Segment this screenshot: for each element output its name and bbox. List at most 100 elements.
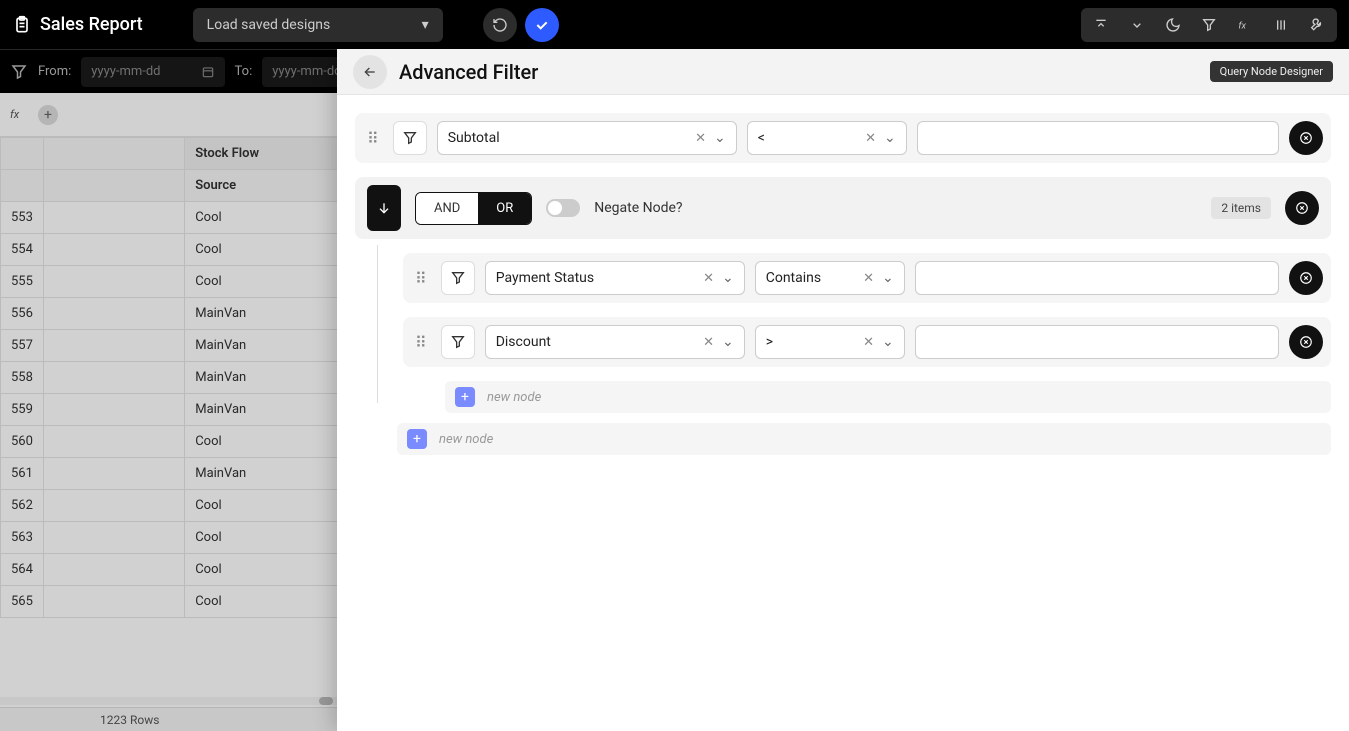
row-number: 563	[1, 522, 44, 554]
empty-header	[43, 138, 184, 170]
plus-icon[interactable]: +	[407, 429, 427, 449]
from-date-input[interactable]: yyyy-mm-dd	[81, 57, 224, 87]
fx-icon: fx	[10, 106, 28, 124]
wrench-icon	[1309, 17, 1325, 33]
close-icon	[1299, 271, 1313, 285]
filter-icon-box	[441, 325, 475, 359]
clear-icon[interactable]: ✕	[699, 271, 718, 286]
value-input[interactable]	[917, 121, 1279, 155]
filter-node-discount: ⠿ Discount ✕ ⌄ > ✕ ⌄	[403, 317, 1331, 367]
delete-group-button[interactable]	[1285, 191, 1319, 225]
apply-button[interactable]	[525, 8, 559, 42]
advanced-filter-panel: Advanced Filter Query Node Designer ⠿ Su…	[337, 49, 1349, 731]
or-button[interactable]: OR	[478, 193, 531, 224]
clear-icon[interactable]: ✕	[859, 271, 878, 286]
row-number: 564	[1, 554, 44, 586]
load-designs-dropdown[interactable]: Load saved designs ▾	[193, 8, 443, 42]
scrollbar-thumb[interactable]	[319, 697, 333, 705]
logic-segment: AND OR	[415, 192, 532, 225]
field-select[interactable]: Subtotal ✕ ⌄	[437, 121, 737, 155]
add-nested-node-row[interactable]: + new node	[445, 381, 1331, 413]
panel-title: Advanced Filter	[399, 60, 538, 84]
chevron-down-icon: ⌄	[722, 334, 734, 350]
funnel-icon	[450, 334, 466, 350]
panel-body: ⠿ Subtotal ✕ ⌄ < ✕ ⌄	[337, 95, 1349, 731]
chevron-down-icon: ⌄	[722, 270, 734, 286]
moon-icon	[1165, 17, 1181, 33]
cell-empty	[43, 554, 184, 586]
clear-icon[interactable]: ✕	[699, 335, 718, 350]
settings-button[interactable]	[1299, 10, 1335, 40]
undo-icon	[492, 17, 508, 33]
and-button[interactable]: AND	[416, 193, 478, 224]
clear-icon[interactable]: ✕	[859, 335, 878, 350]
expand-down-button[interactable]	[1119, 10, 1155, 40]
cell-empty	[43, 426, 184, 458]
collapse-group-button[interactable]	[367, 185, 401, 231]
svg-text:fx: fx	[10, 108, 20, 121]
topbar: Sales Report Load saved designs ▾ fx	[0, 0, 1349, 49]
row-number: 558	[1, 362, 44, 394]
field-select[interactable]: Payment Status ✕ ⌄	[485, 261, 745, 295]
cell-empty	[43, 522, 184, 554]
empty-header	[43, 170, 184, 202]
close-icon	[1295, 201, 1309, 215]
row-number: 557	[1, 330, 44, 362]
drag-handle-icon[interactable]: ⠿	[411, 333, 431, 352]
value-input[interactable]	[915, 325, 1279, 359]
dark-mode-button[interactable]	[1155, 10, 1191, 40]
field-select[interactable]: Discount ✕ ⌄	[485, 325, 745, 359]
negate-toggle[interactable]	[546, 199, 580, 217]
arrow-left-icon	[362, 64, 378, 80]
operator-select[interactable]: > ✕ ⌄	[755, 325, 905, 359]
operator-select[interactable]: < ✕ ⌄	[747, 121, 907, 155]
delete-node-button[interactable]	[1289, 325, 1323, 359]
collapse-up-button[interactable]	[1083, 10, 1119, 40]
value-input[interactable]	[915, 261, 1279, 295]
add-node-row[interactable]: + new node	[397, 423, 1331, 455]
delete-node-button[interactable]	[1289, 261, 1323, 295]
undo-button[interactable]	[483, 8, 517, 42]
cell-empty	[43, 330, 184, 362]
logic-group-row: AND OR Negate Node? 2 items	[355, 177, 1331, 239]
dropdown-label: Load saved designs	[207, 17, 331, 33]
field-value: Subtotal	[448, 130, 500, 146]
row-number: 561	[1, 458, 44, 490]
close-icon	[1299, 131, 1313, 145]
filter-button[interactable]	[1191, 10, 1227, 40]
item-count-badge: 2 items	[1211, 197, 1271, 219]
panel-header: Advanced Filter Query Node Designer	[337, 49, 1349, 95]
date-placeholder: yyyy-mm-dd	[272, 64, 341, 79]
caret-down-icon: ▾	[422, 17, 429, 33]
plus-icon[interactable]: +	[455, 387, 475, 407]
columns-button[interactable]	[1263, 10, 1299, 40]
field-value: Discount	[496, 334, 551, 350]
chevron-down-icon: ⌄	[884, 130, 896, 146]
new-node-label: new node	[439, 432, 493, 447]
to-label: To:	[235, 64, 253, 79]
operator-value: Contains	[766, 270, 821, 286]
columns-icon	[1273, 17, 1289, 33]
row-number: 565	[1, 586, 44, 618]
drag-handle-icon[interactable]: ⠿	[363, 129, 383, 148]
cell-empty	[43, 394, 184, 426]
clear-icon[interactable]: ✕	[691, 131, 710, 146]
formula-button[interactable]: fx	[1227, 10, 1263, 40]
arrow-down-icon	[376, 200, 392, 216]
filter-icon-box	[441, 261, 475, 295]
funnel-icon	[1201, 17, 1217, 33]
add-formula-button[interactable]: +	[38, 105, 58, 125]
arrow-up-bar-icon	[1093, 17, 1109, 33]
check-icon	[534, 17, 550, 33]
filter-icon-box	[393, 121, 427, 155]
operator-select[interactable]: Contains ✕ ⌄	[755, 261, 905, 295]
delete-node-button[interactable]	[1289, 121, 1323, 155]
clear-icon[interactable]: ✕	[861, 131, 880, 146]
row-number: 562	[1, 490, 44, 522]
from-label: From:	[38, 64, 71, 79]
funnel-icon	[10, 63, 28, 81]
back-button[interactable]	[353, 55, 387, 89]
rownum-header	[1, 170, 44, 202]
drag-handle-icon[interactable]: ⠿	[411, 269, 431, 288]
panel-badge: Query Node Designer	[1210, 61, 1333, 82]
